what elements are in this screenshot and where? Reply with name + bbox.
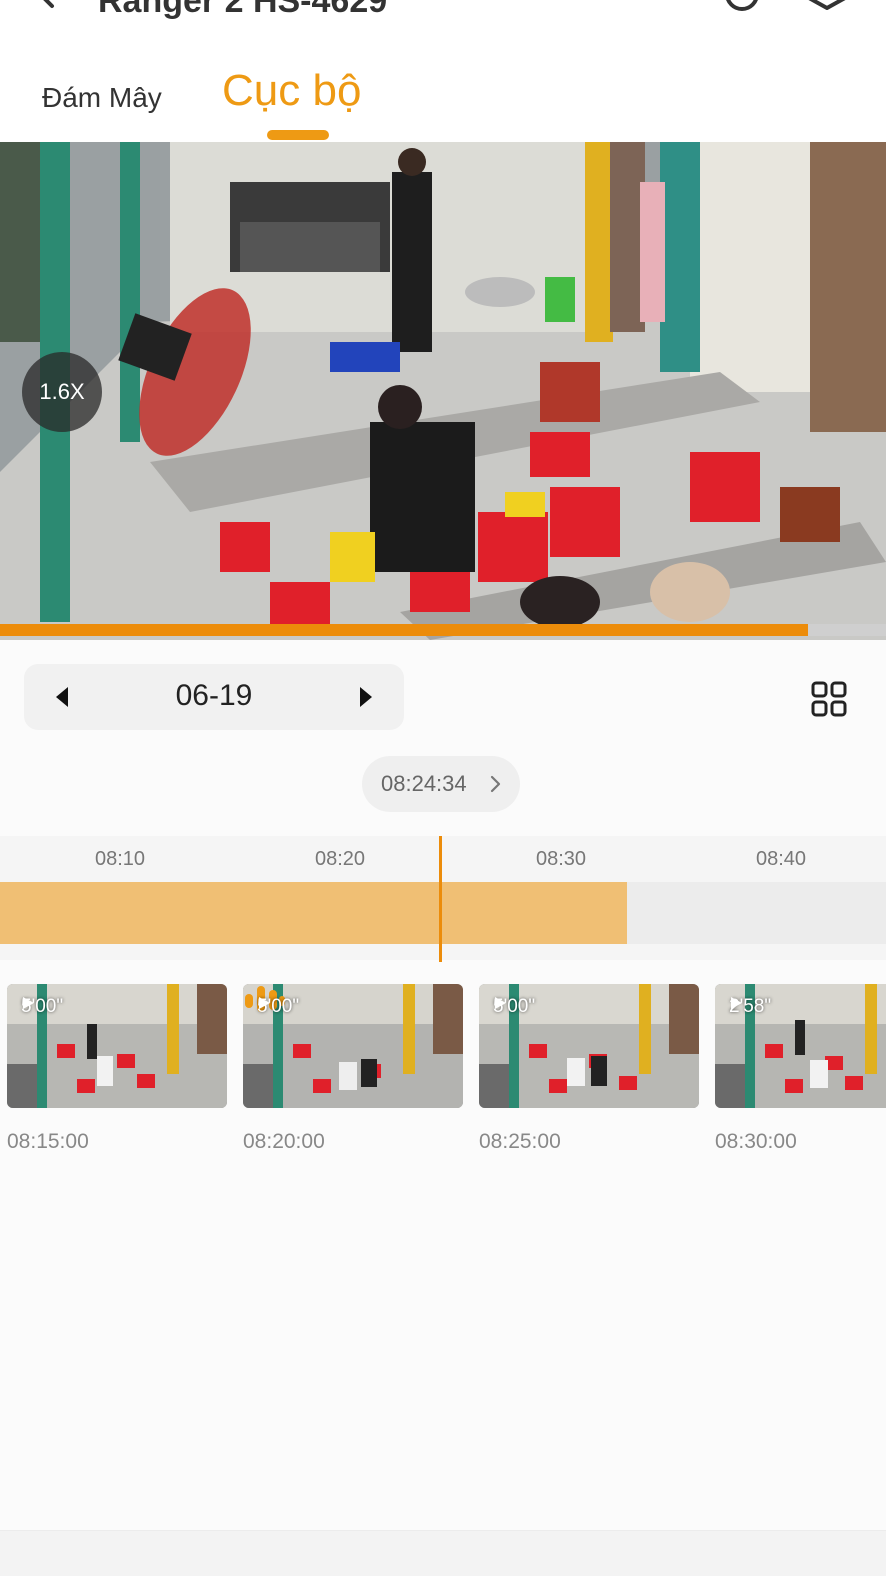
chevron-right-icon bbox=[490, 775, 501, 793]
play-icon bbox=[23, 997, 34, 1009]
grid-icon[interactable] bbox=[810, 680, 848, 718]
zoom-level-badge[interactable]: 1.6X bbox=[22, 352, 102, 432]
current-time-label: 08:24:34 bbox=[381, 771, 467, 796]
circle-icon[interactable] bbox=[722, 0, 762, 18]
timeline[interactable]: 08:10 08:20 08:30 08:40 bbox=[0, 836, 886, 960]
clip-list: 5'00" 5'00" 5'00" 2'58" 08:15:00 08:20:0… bbox=[0, 984, 886, 1164]
active-tab-indicator bbox=[267, 130, 329, 140]
bottom-bar bbox=[0, 1530, 886, 1576]
clip-thumbnail[interactable]: 2'58" bbox=[715, 984, 886, 1108]
current-time-chip[interactable]: 08:24:34 bbox=[362, 756, 520, 812]
clip-duration: 5'00" bbox=[257, 996, 299, 1018]
clip-start-time: 08:20:00 bbox=[243, 1130, 325, 1153]
clip-duration: 5'00" bbox=[493, 996, 535, 1018]
camera-feed-image bbox=[0, 142, 886, 640]
recorded-segment bbox=[0, 882, 627, 944]
clip-thumbnail[interactable]: 5'00" bbox=[243, 984, 463, 1108]
video-player[interactable]: 1.6X bbox=[0, 142, 886, 640]
timeline-playhead[interactable] bbox=[439, 836, 442, 962]
clip-thumbnail[interactable]: 5'00" bbox=[7, 984, 227, 1108]
playback-progress-track[interactable] bbox=[0, 624, 886, 636]
storage-tabs: Đám Mây Cục bộ bbox=[0, 40, 886, 142]
top-bar: Ranger 2 HS-4629 bbox=[0, 0, 886, 40]
date-selector: 06-19 bbox=[24, 664, 404, 730]
play-icon bbox=[259, 997, 270, 1009]
play-icon bbox=[495, 997, 506, 1009]
clip-duration: 5'00" bbox=[21, 996, 63, 1018]
playback-progress-fill bbox=[0, 624, 809, 636]
triangle-right-icon[interactable] bbox=[354, 681, 378, 713]
tab-cloud[interactable]: Đám Mây bbox=[42, 82, 162, 114]
timeline-tick: 08:20 bbox=[314, 848, 366, 870]
settings-hex-icon[interactable] bbox=[805, 0, 849, 18]
timeline-tick: 08:30 bbox=[535, 848, 587, 870]
device-title: Ranger 2 HS-4629 bbox=[98, 0, 388, 20]
timeline-tick: 08:40 bbox=[755, 848, 807, 870]
back-chevron-icon[interactable] bbox=[30, 0, 70, 18]
timeline-tick: 08:10 bbox=[94, 848, 146, 870]
clip-start-time: 08:30:00 bbox=[715, 1130, 797, 1153]
clip-thumbnail[interactable]: 5'00" bbox=[479, 984, 699, 1108]
clip-duration: 2'58" bbox=[729, 996, 771, 1018]
tab-local[interactable]: Cục bộ bbox=[222, 66, 361, 116]
play-icon bbox=[731, 997, 742, 1009]
selected-date[interactable]: 06-19 bbox=[24, 679, 404, 713]
clip-start-time: 08:25:00 bbox=[479, 1130, 561, 1153]
clip-start-time: 08:15:00 bbox=[7, 1130, 89, 1153]
